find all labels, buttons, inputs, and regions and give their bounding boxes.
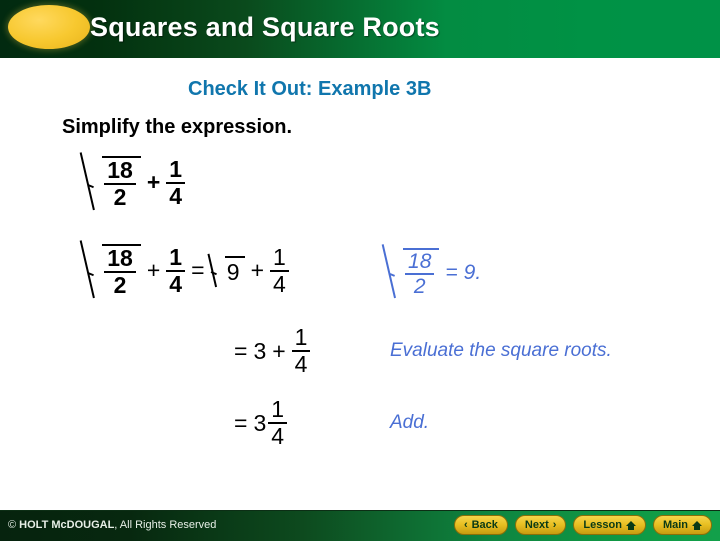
note-step-1: 18 2 = 9. bbox=[390, 248, 481, 297]
fraction-1-over-4: 1 4 bbox=[291, 326, 311, 377]
instruction-text: Simplify the expression. bbox=[62, 116, 293, 138]
numerator: 1 bbox=[291, 326, 311, 352]
home-icon bbox=[692, 520, 702, 530]
numerator: 18 bbox=[405, 251, 435, 275]
denominator: 4 bbox=[169, 270, 183, 297]
plus-operator: + bbox=[146, 169, 161, 195]
radicand: 18 2 bbox=[102, 156, 141, 209]
radical-sign-icon bbox=[88, 156, 102, 209]
back-button[interactable]: ‹ Back bbox=[453, 515, 508, 535]
note-step-3: Add. bbox=[390, 412, 430, 433]
numerator: 18 bbox=[104, 247, 136, 273]
main-button-label: Main bbox=[662, 519, 688, 531]
radical-note: 18 2 bbox=[390, 248, 440, 298]
lesson-button[interactable]: Lesson bbox=[573, 515, 646, 535]
equals-operator: = bbox=[234, 337, 248, 364]
expression-step-1: 18 2 + 1 4 = 9 + 1 4 bbox=[88, 244, 289, 297]
denominator: 2 bbox=[113, 184, 127, 210]
next-button-label: Next bbox=[524, 519, 549, 531]
numerator: 1 bbox=[166, 157, 186, 184]
copyright-rights: , All Rights Reserved bbox=[114, 519, 217, 531]
expression-step-3: = 3 1 4 bbox=[228, 398, 288, 449]
numerator: 1 bbox=[268, 398, 288, 424]
slide-content: Check It Out: Example 3B Simplify the ex… bbox=[0, 58, 720, 498]
radical-sign-icon bbox=[211, 256, 225, 286]
radicand: 18 2 bbox=[403, 248, 440, 298]
note-step-2: Evaluate the square roots. bbox=[390, 340, 612, 361]
denominator: 2 bbox=[113, 272, 127, 298]
expression-statement: 18 2 + 1 4 bbox=[88, 156, 186, 209]
chevron-left-icon: ‹ bbox=[463, 518, 468, 531]
denominator: 4 bbox=[169, 182, 183, 209]
back-button-label: Back bbox=[471, 519, 498, 531]
fraction-1-over-4: 1 4 bbox=[270, 245, 289, 297]
ellipse-badge-icon bbox=[8, 5, 90, 49]
next-button[interactable]: Next › bbox=[514, 515, 567, 535]
radical-sign-icon bbox=[390, 248, 403, 297]
equals-operator: = bbox=[445, 260, 458, 284]
equals-operator: = bbox=[191, 257, 205, 283]
copyright-publisher: HOLT McDOUGAL bbox=[19, 519, 115, 531]
slide-footer: © HOLT McDOUGAL, All Rights Reserved ‹ B… bbox=[0, 510, 720, 541]
fraction-1-over-4: 1 4 bbox=[166, 157, 186, 209]
lesson-button-label: Lesson bbox=[583, 519, 622, 531]
fraction-1-over-4: 1 4 bbox=[166, 245, 186, 297]
radical-step1-lhs: 18 2 bbox=[88, 244, 141, 297]
denominator: 4 bbox=[271, 423, 285, 449]
plus-operator: + bbox=[146, 257, 161, 283]
note-value: 9. bbox=[463, 260, 482, 284]
numerator: 1 bbox=[270, 245, 289, 272]
denominator: 4 bbox=[273, 270, 286, 297]
denominator: 2 bbox=[413, 275, 426, 298]
expression-step-2: = 3 + 1 4 bbox=[228, 326, 311, 377]
main-button[interactable]: Main bbox=[652, 515, 712, 535]
denominator: 4 bbox=[294, 351, 308, 377]
radical-sign-icon bbox=[88, 244, 102, 297]
radicand: 9 bbox=[224, 255, 245, 286]
plus-operator: + bbox=[272, 337, 286, 364]
example-heading: Check It Out: Example 3B bbox=[188, 78, 432, 100]
equals-operator: = bbox=[234, 409, 248, 436]
radical-statement: 18 2 bbox=[88, 156, 141, 209]
chevron-right-icon: › bbox=[552, 518, 557, 531]
plus-operator: + bbox=[250, 257, 264, 283]
navigation-buttons: ‹ Back Next › Lesson Main bbox=[453, 515, 712, 535]
slide-header: Squares and Square Roots bbox=[0, 0, 720, 58]
page-title: Squares and Square Roots bbox=[90, 12, 440, 42]
radicand: 18 2 bbox=[102, 244, 141, 297]
numerator: 1 bbox=[166, 245, 186, 272]
numerator: 18 bbox=[104, 159, 136, 185]
copyright-text: © HOLT McDOUGAL, All Rights Reserved bbox=[8, 519, 216, 531]
radical-step1-rhs: 9 bbox=[211, 255, 245, 286]
home-icon bbox=[625, 520, 636, 530]
whole-number: 3 bbox=[253, 409, 267, 436]
copyright-symbol: © bbox=[8, 519, 17, 531]
whole-number: 3 bbox=[253, 337, 267, 364]
fraction-18-over-2: 18 2 bbox=[405, 251, 435, 298]
fraction-18-over-2: 18 2 bbox=[104, 247, 136, 297]
fraction-18-over-2: 18 2 bbox=[104, 159, 136, 209]
fraction-1-over-4: 1 4 bbox=[268, 398, 288, 449]
